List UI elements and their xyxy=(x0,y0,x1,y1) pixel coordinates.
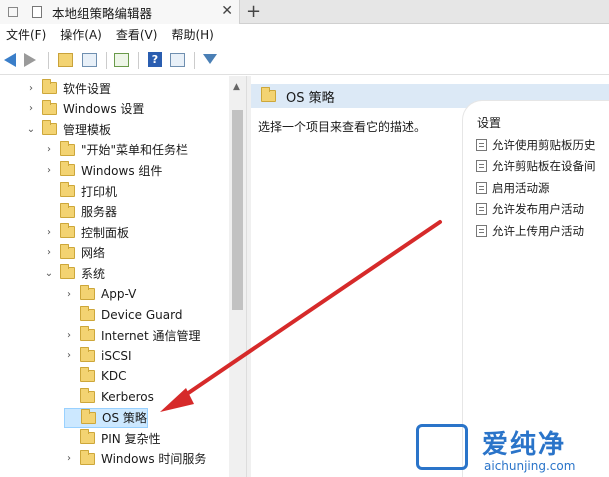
watermark-logo xyxy=(416,424,468,470)
annotation-arrow-shaft xyxy=(176,220,442,402)
annotation-arrow xyxy=(160,220,442,412)
watermark-url: aichunjing.com xyxy=(484,459,576,473)
watermark: 爱纯净 aichunjing.com xyxy=(416,422,609,477)
gpedit-window: 本地组策略编辑器 ✕ + 文件(F) 操作(A) 查看(V) 帮助(H) ? ›… xyxy=(0,0,609,477)
watermark-brand: 爱纯净 xyxy=(482,430,567,460)
